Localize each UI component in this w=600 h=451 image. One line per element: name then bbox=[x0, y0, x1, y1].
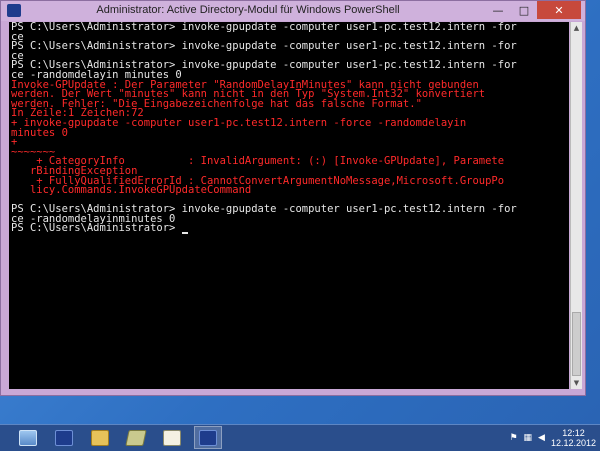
taskbar-ad-powershell[interactable] bbox=[194, 426, 222, 449]
close-button[interactable]: ✕ bbox=[537, 1, 581, 19]
vertical-scrollbar[interactable]: ▲ ▼ bbox=[570, 22, 582, 389]
notepad-icon bbox=[163, 429, 181, 446]
taskbar-file-explorer[interactable] bbox=[86, 426, 114, 449]
console-line: PS C:\Users\Administrator> bbox=[11, 223, 567, 235]
taskbar-ad-tools[interactable] bbox=[122, 426, 150, 449]
title-bar[interactable]: Administrator: Active Directory-Modul fü… bbox=[1, 1, 585, 21]
clock-date: 12.12.2012 bbox=[550, 438, 596, 448]
console-line: licy.Commands.InvokeGPUpdateCommand bbox=[11, 184, 252, 197]
console-output[interactable]: PS C:\Users\Administrator> invoke-gpupda… bbox=[9, 22, 569, 389]
flag-icon[interactable]: ⚑ bbox=[509, 433, 517, 443]
taskbar-server-manager[interactable] bbox=[14, 426, 42, 449]
maximize-button[interactable]: □ bbox=[511, 1, 537, 19]
minimize-button[interactable]: — bbox=[485, 1, 511, 19]
powershell-icon bbox=[55, 429, 73, 446]
console-line: + invoke-gpupdate -computer user1-pc.tes… bbox=[11, 116, 467, 129]
taskbar: ⚑ ▦ ◀ 12:12 12.12.2012 bbox=[0, 424, 600, 451]
text-cursor bbox=[181, 232, 188, 235]
clock-time: 12:12 bbox=[562, 428, 585, 438]
console-line: PS C:\Users\Administrator> invoke-gpupda… bbox=[11, 40, 517, 53]
taskbar-notepad[interactable] bbox=[158, 426, 186, 449]
volume-icon[interactable]: ◀ bbox=[538, 433, 545, 443]
ad-powershell-icon bbox=[199, 429, 217, 446]
network-icon[interactable]: ▦ bbox=[524, 433, 533, 443]
powershell-window[interactable]: Administrator: Active Directory-Modul fü… bbox=[0, 0, 586, 396]
scroll-down-arrow-icon[interactable]: ▼ bbox=[571, 377, 582, 389]
scrollbar-thumb[interactable] bbox=[572, 312, 581, 376]
file-explorer-icon bbox=[91, 429, 109, 446]
console-line: PS C:\Users\Administrator> invoke-gpupda… bbox=[11, 22, 517, 33]
console-text: PS C:\Users\Administrator> invoke-gpupda… bbox=[9, 22, 569, 235]
clock[interactable]: 12:12 12.12.2012 bbox=[551, 428, 596, 448]
console-line: minutes 0 bbox=[11, 126, 68, 139]
system-tray: ⚑ ▦ ◀ 12:12 12.12.2012 bbox=[509, 427, 596, 449]
server-manager-icon bbox=[19, 429, 37, 446]
ad-tools-icon bbox=[125, 429, 147, 446]
window-title: Administrator: Active Directory-Modul fü… bbox=[96, 4, 400, 16]
console-line: + bbox=[11, 136, 18, 149]
taskbar-powershell[interactable] bbox=[50, 426, 78, 449]
scroll-up-arrow-icon[interactable]: ▲ bbox=[571, 22, 582, 34]
